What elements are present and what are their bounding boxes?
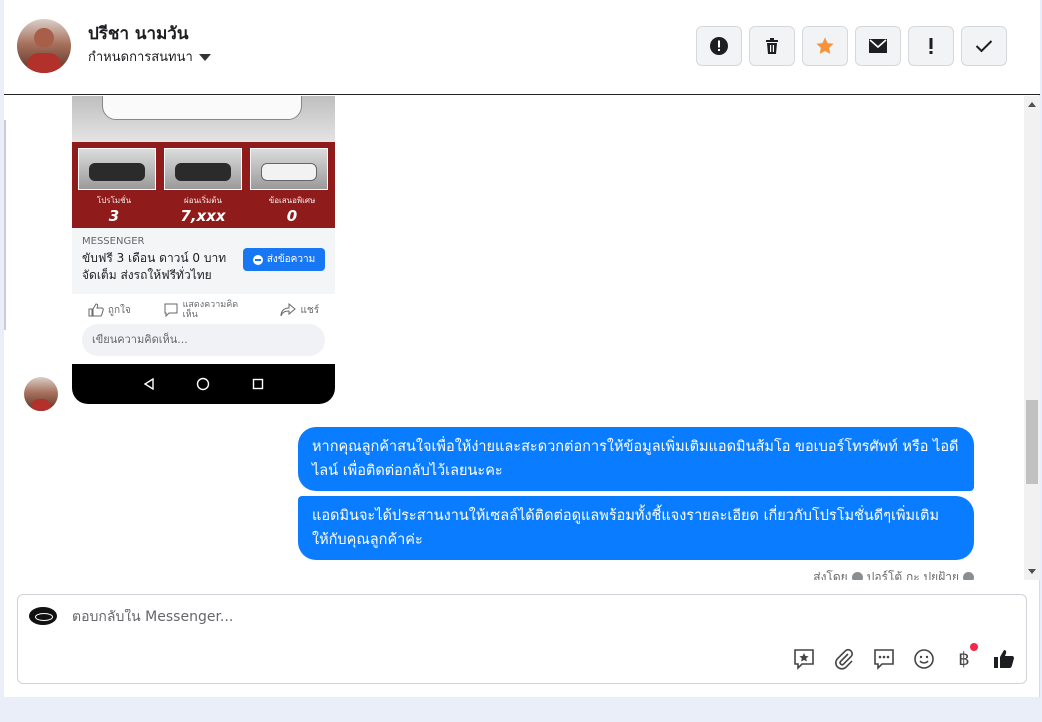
sent-by-name: ปอร์โต้ กะ ปยฝ้าย [866, 570, 959, 580]
ad-stat-value: 0 [286, 207, 298, 225]
page-logo [29, 607, 57, 625]
reply-composer: ฿ [17, 594, 1027, 684]
home-circle-icon [197, 377, 210, 391]
sent-by-prefix: ส่งโดย [813, 570, 848, 580]
sent-by-info: ส่งโดย ปอร์โต้ กะ ปยฝ้าย [813, 568, 974, 580]
message-thread[interactable]: โปรโมชั่น 3 ผ่อนเริ่มต้น 7,xxx ข้อเสนอพิ… [4, 96, 1024, 580]
quick-replies-button[interactable] [872, 647, 896, 671]
scroll-up-arrow-icon[interactable] [1028, 102, 1036, 107]
messenger-label: MESSENGER [82, 236, 145, 247]
thread-scrollbar[interactable] [1024, 96, 1040, 580]
share-action[interactable]: แชร์ [280, 303, 319, 318]
ad-comment-field[interactable]: เขียนความคิดเห็น... [82, 324, 325, 356]
paperclip-icon [835, 648, 853, 670]
saved-reply-star-icon [794, 649, 814, 670]
comment-label: แสดงความคิดเห็น [182, 300, 239, 320]
baht-icon: ฿ [958, 648, 970, 670]
back-triangle-icon [143, 378, 154, 390]
chat-dots-icon [874, 649, 894, 670]
comment-action[interactable]: แสดงความคิดเห็น [163, 300, 249, 320]
scroll-down-arrow-icon[interactable] [1028, 569, 1036, 574]
ad-stat-value: 3 [108, 207, 120, 225]
phone-nav-bar [72, 364, 335, 404]
notification-dot [970, 643, 978, 651]
envelope-icon [869, 39, 887, 53]
outgoing-message[interactable]: แอดมินจะได้ประสานงานให้เซลล์ได้ติดต่อดูแ… [298, 496, 974, 560]
saved-reply-button[interactable] [792, 647, 816, 671]
ad-stat-caption: ผ่อนเริ่มต้น [184, 196, 222, 205]
follow-up-button[interactable] [908, 26, 954, 66]
mark-spam-button[interactable] [696, 26, 742, 66]
sender-avatar[interactable] [24, 377, 58, 411]
thumbs-up-icon [994, 650, 1014, 668]
checkmark-icon [975, 40, 993, 53]
conversation-header: ปรีชา นามวัน กำหนดการสนทนา [4, 0, 1040, 95]
ad-image: โปรโมชั่น 3 ผ่อนเริ่มต้น 7,xxx ข้อเสนอพิ… [72, 96, 335, 228]
ad-cta-box: MESSENGER ขับฟรี 3 เดือน ดาวน์ 0 บาท จัด… [72, 228, 335, 294]
like-send-button[interactable] [992, 647, 1016, 671]
payment-button[interactable]: ฿ [952, 643, 978, 671]
conversation-toolbar [696, 26, 1007, 66]
assign-conversation-dropdown[interactable]: กำหนดการสนทนา [88, 46, 211, 67]
send-message-label: ส่งข้อความ [266, 254, 316, 265]
ad-reactions-bar: ถูกใจ แสดงความคิดเห็น แชร์ [72, 298, 335, 322]
scrollbar-thumb[interactable] [1026, 400, 1038, 484]
outgoing-message[interactable]: หากคุณลูกค้าสนใจเพื่อให้ง่ายและสะดวกต่อก… [298, 427, 974, 491]
contact-name[interactable]: ปรีชา นามวัน [88, 20, 188, 47]
delete-button[interactable] [749, 26, 795, 66]
trash-icon [766, 38, 778, 54]
contact-avatar[interactable] [17, 19, 71, 73]
star-button[interactable] [802, 26, 848, 66]
like-action[interactable]: ถูกใจ [88, 303, 131, 318]
mark-unread-button[interactable] [855, 26, 901, 66]
ad-stat-caption: โปรโมชั่น [96, 196, 132, 205]
exclamation-icon [929, 38, 933, 54]
verified-icon [851, 572, 863, 580]
smiley-icon [914, 649, 934, 669]
share-label: แชร์ [300, 304, 320, 316]
star-icon [816, 37, 834, 54]
ad-stat-value: 7,xxx [180, 207, 226, 225]
comment-bubble-icon [164, 303, 178, 317]
emoji-button[interactable] [912, 647, 936, 671]
mark-done-button[interactable] [961, 26, 1007, 66]
reply-input[interactable] [72, 609, 772, 625]
attach-button[interactable] [832, 647, 856, 671]
ad-headline: ขับฟรี 3 เดือน ดาวน์ 0 บาท จัดเต็ม ส่งรถ… [82, 251, 227, 282]
ad-preview-attachment[interactable]: โปรโมชั่น 3 ผ่อนเริ่มต้น 7,xxx ข้อเสนอพิ… [72, 96, 335, 404]
composer-tools: ฿ [792, 643, 1016, 671]
like-label: ถูกใจ [107, 304, 131, 316]
messenger-icon [252, 254, 263, 265]
share-arrow-icon [280, 303, 297, 317]
thumbs-up-outline-icon [88, 303, 104, 317]
send-message-button[interactable]: ส่งข้อความ [243, 248, 325, 271]
ad-stat-caption: ข้อเสนอพิเศษ [268, 196, 316, 205]
help-icon[interactable] [963, 572, 974, 580]
assign-label: กำหนดการสนทนา [88, 50, 193, 65]
recents-square-icon [252, 378, 264, 390]
caret-down-icon [198, 54, 211, 61]
conversation-panel: ปรีชา นามวัน กำหนดการสนทนา โปรโมชั่น 3 ผ… [4, 0, 1040, 697]
alert-circle-icon [710, 37, 728, 55]
